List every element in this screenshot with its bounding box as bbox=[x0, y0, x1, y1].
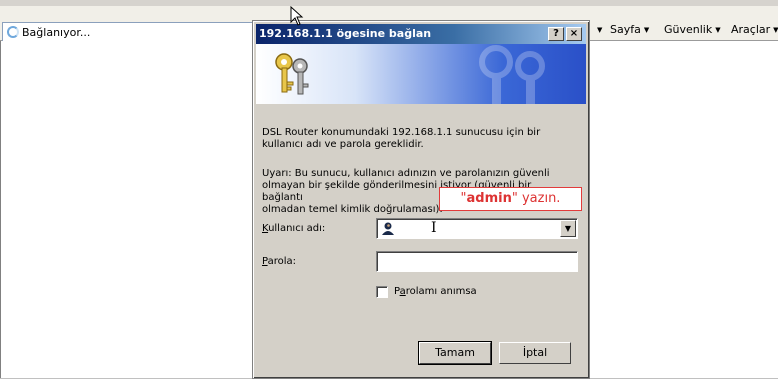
tab-label: Bağlanıyor... bbox=[22, 26, 91, 39]
text-cursor-icon: I bbox=[431, 220, 437, 236]
chevron-down-icon: ▼ bbox=[715, 26, 721, 34]
password-field[interactable] bbox=[376, 251, 578, 272]
menu-page-label: Sayfa bbox=[610, 23, 641, 36]
callout-highlight: admin bbox=[466, 191, 512, 206]
help-button[interactable]: ? bbox=[548, 27, 564, 41]
password-label-text: arola: bbox=[267, 256, 297, 267]
dropdown-arrow-icon[interactable]: ▼ bbox=[560, 220, 576, 237]
message-line: kullanıcı adı ve parola gereklidir. bbox=[262, 139, 424, 150]
warning-line: Uyarı: Bu sunucu, kullanıcı adınızın ve … bbox=[262, 168, 550, 179]
login-dialog: 192.168.1.1 ögesine bağlan ? × DSL Route… bbox=[252, 20, 590, 379]
message-line: DSL Router konumundaki 192.168.1.1 sunuc… bbox=[262, 127, 541, 138]
menu-page[interactable]: Sayfa ▼ bbox=[610, 23, 649, 36]
username-label: Kullanıcı adı: bbox=[262, 223, 325, 234]
chevron-down-icon: ▼ bbox=[597, 26, 603, 34]
cancel-button[interactable]: İptal bbox=[499, 342, 571, 364]
loading-spinner-icon bbox=[7, 26, 19, 38]
callout-text: " yazın. bbox=[511, 191, 561, 206]
chevron-down-icon: ▼ bbox=[773, 26, 778, 34]
username-combobox[interactable]: I ▼ bbox=[376, 218, 578, 239]
dialog-message: DSL Router konumundaki 192.168.1.1 sunuc… bbox=[262, 127, 572, 151]
dialog-title: 192.168.1.1 ögesine bağlan bbox=[259, 27, 432, 40]
dialog-banner bbox=[256, 44, 586, 104]
menu-tools-label: Araçlar bbox=[731, 23, 771, 36]
menu-tools[interactable]: Araçlar ▼ bbox=[731, 23, 778, 36]
username-label-text: ullanıcı adı: bbox=[268, 223, 326, 234]
remember-password-checkbox[interactable] bbox=[376, 286, 388, 298]
chevron-down-icon: ▼ bbox=[643, 26, 650, 34]
mouse-pointer-icon bbox=[290, 6, 304, 26]
dialog-titlebar[interactable]: 192.168.1.1 ögesine bağlan ? × bbox=[256, 24, 586, 44]
instruction-callout: "admin" yazın. bbox=[439, 187, 582, 211]
password-label: Parola: bbox=[262, 256, 296, 267]
remember-password-label[interactable]: Parolamı anımsa bbox=[394, 286, 477, 297]
ok-button[interactable]: Tamam bbox=[418, 341, 492, 365]
close-button[interactable]: × bbox=[566, 27, 582, 41]
page-border bbox=[0, 41, 1, 378]
user-icon bbox=[382, 222, 394, 235]
menu-security[interactable]: Güvenlik ▼ bbox=[664, 23, 721, 36]
menu-arrow-left[interactable]: ▼ bbox=[594, 23, 602, 36]
menu-security-label: Güvenlik bbox=[664, 23, 713, 36]
keys-watermark-icon bbox=[479, 45, 545, 104]
remember-label-text: rolamı anımsa bbox=[405, 286, 477, 297]
keys-icon bbox=[275, 53, 309, 95]
